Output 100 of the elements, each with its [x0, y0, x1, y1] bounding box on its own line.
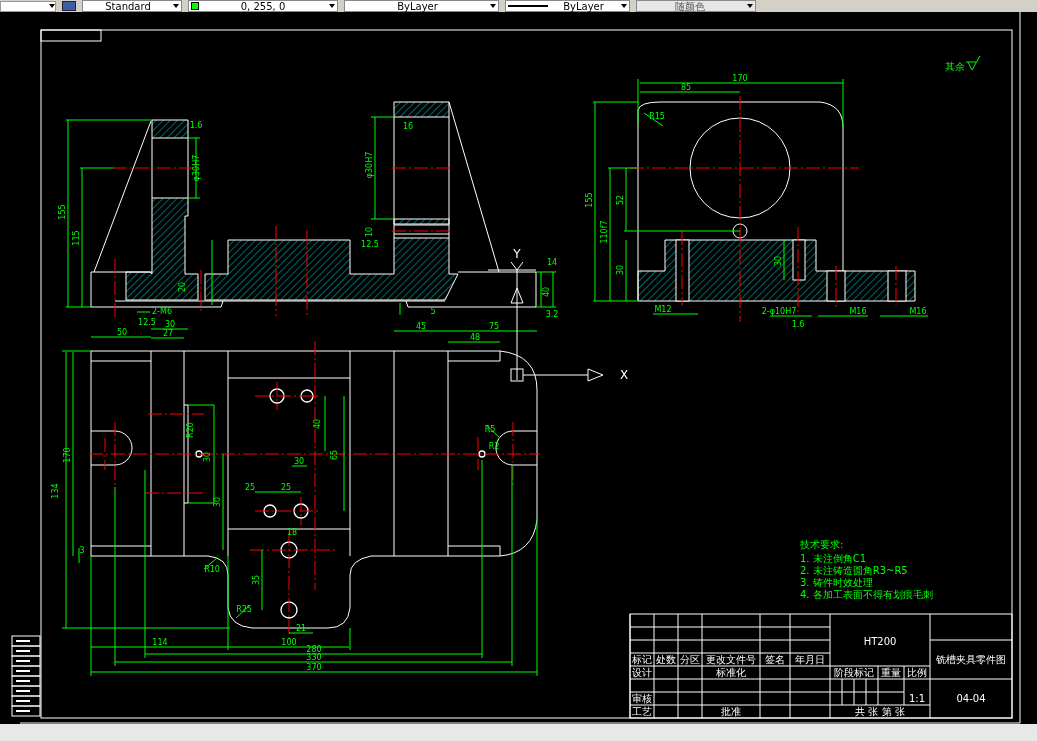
surface-note: 其余 — [945, 61, 965, 72]
dropdown-label: ByLayer — [396, 0, 439, 12]
dimension-label: 330 — [306, 653, 322, 662]
dimension-label: M16 — [909, 307, 927, 316]
caret-icon — [747, 4, 753, 8]
dimension-label: 134 — [51, 483, 60, 499]
dimension-label: 5 — [430, 307, 436, 316]
dimension-label: M12 — [654, 305, 672, 314]
dimension-label: 25 — [280, 483, 292, 492]
table-header: 签名 — [765, 654, 785, 665]
dimension-label: R15 — [649, 112, 665, 121]
note-text: 3. 铸件时效处理 — [800, 577, 873, 588]
dropdown[interactable]: ByLayer — [344, 0, 499, 12]
sheet-count: 共 张 第 张 — [855, 706, 905, 717]
dimension-label: 40 — [313, 418, 322, 430]
dimension-label: 280 — [306, 645, 322, 654]
dimension-label: 14 — [546, 258, 558, 267]
dimension-label: R20 — [186, 422, 195, 438]
dimension-label: 1.6 — [791, 320, 805, 329]
dimension-label: 170 — [732, 74, 748, 83]
roughness-check-icon — [965, 55, 981, 71]
table-cell: 设计 — [632, 667, 652, 678]
dimension-label: 2-M6 — [152, 307, 172, 316]
dimension-label: 50 — [116, 328, 128, 337]
dimension-label: 65 — [330, 449, 339, 461]
dimension-label: 30 — [213, 496, 222, 508]
dimension-label: 20 — [178, 281, 187, 293]
dimension-label: R5 — [484, 425, 496, 434]
dropdown-label: 随颜色 — [674, 0, 706, 12]
dimension-label: 30 — [164, 320, 176, 329]
caret-icon — [49, 4, 55, 8]
dimension-label: 370 — [306, 663, 322, 672]
dimension-label: 2-φ10H7 — [761, 307, 797, 316]
scale-value: 1:1 — [908, 693, 926, 704]
table-header: 分区 — [680, 654, 700, 665]
dimension-label: 30 — [203, 451, 212, 463]
dropdown[interactable]: ByLayer — [505, 0, 630, 12]
note-text: 2. 未注铸造圆角R3~R5 — [800, 565, 908, 576]
dimension-label: 25 — [244, 483, 256, 492]
dimension-label: 30 — [774, 255, 783, 267]
table-header: 比例 — [907, 667, 927, 678]
dropdown[interactable] — [0, 0, 56, 12]
axis-label: X — [619, 368, 629, 382]
table-cell: 审核 — [632, 693, 652, 704]
dimension-label: R2 — [488, 442, 500, 451]
dimension-label: 30 — [293, 457, 305, 466]
dimension-label: M16 — [849, 307, 867, 316]
dimension-label: 16 — [402, 122, 414, 131]
table-cell: 标准化 — [716, 667, 746, 678]
dimension-label: 35 — [252, 574, 261, 586]
dimension-label: 155 — [585, 192, 594, 208]
dimension-label: 3 — [79, 546, 85, 555]
note-text: 1. 未注倒角C1 — [800, 553, 867, 564]
dimension-label: 100 — [281, 638, 297, 647]
caret-icon — [490, 4, 496, 8]
caret-icon — [173, 4, 179, 8]
dimension-label: 75 — [488, 322, 500, 331]
dimension-label: 12.5 — [361, 240, 379, 249]
dropdown[interactable]: 0, 255, 0 — [188, 0, 338, 12]
dropdown-label: Standard — [104, 0, 152, 12]
dimension-label: 12.5 — [138, 318, 156, 327]
notes-title: 技术要求: — [800, 539, 844, 550]
dimension-label: 1.6 — [189, 121, 203, 130]
dimension-label: 85 — [680, 83, 692, 92]
dimension-label: 40 — [542, 286, 551, 298]
dimension-label: 10 — [365, 226, 374, 238]
layer-icon[interactable] — [62, 1, 76, 11]
caret-icon — [621, 4, 627, 8]
table-header: 重量 — [881, 667, 901, 678]
dimension-label: 30 — [616, 264, 625, 276]
dropdown-label: ByLayer — [562, 0, 605, 12]
dimension-label: φ30H7 — [365, 151, 374, 179]
dimension-label: 170 — [63, 447, 72, 463]
table-cell: 批准 — [721, 706, 741, 717]
line-sample — [508, 5, 548, 7]
dimension-label: 110f7 — [600, 220, 609, 244]
dimension-label: 21 — [295, 624, 307, 633]
dimension-label: 18 — [286, 528, 298, 537]
dimension-label: 52 — [616, 194, 625, 206]
dimension-label: φ30H7 — [192, 154, 201, 182]
table-header: 更改文件号 — [706, 654, 756, 665]
dimension-label: 155 — [58, 204, 67, 220]
dropdown[interactable]: Standard — [82, 0, 182, 12]
axis-label: Y — [513, 247, 521, 261]
note-text: 4. 各加工表面不得有划痕毛刺 — [800, 589, 933, 600]
drawing-number: 04-04 — [956, 693, 986, 704]
dimension-label: 114 — [152, 638, 168, 647]
caret-icon — [329, 4, 335, 8]
dimension-label: 115 — [72, 230, 81, 246]
dimension-label: R10 — [204, 565, 220, 574]
table-header: 阶段标记 — [834, 667, 874, 678]
material-label: HT200 — [863, 636, 897, 647]
table-header: 年月日 — [795, 654, 825, 665]
dropdown-label: 0, 255, 0 — [239, 0, 287, 12]
dimension-label: 45 — [415, 322, 427, 331]
dimension-label: 3.2 — [545, 310, 559, 319]
table-cell: 工艺 — [632, 706, 652, 717]
drawing-title: 铣槽夹具零件图 — [936, 654, 1006, 665]
table-header: 处数 — [656, 654, 676, 665]
dimension-label: 48 — [469, 333, 481, 342]
